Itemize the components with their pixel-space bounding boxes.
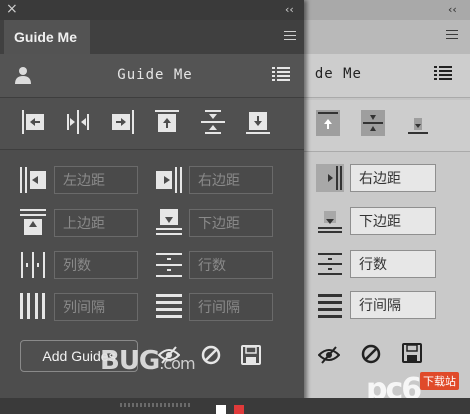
resize-grip[interactable] [120, 403, 190, 407]
background-collapse-icon[interactable]: ‹‹ [448, 3, 457, 16]
background-panel-title: de Me [314, 66, 362, 82]
background-bottom-margin-icon [318, 211, 342, 233]
rows-icon [156, 253, 182, 277]
align-center-horizontal-icon[interactable] [65, 108, 91, 136]
align-right-icon[interactable] [110, 108, 136, 136]
collapse-icon[interactable]: ‹‹ [285, 3, 294, 16]
align-bottom-icon[interactable] [245, 108, 271, 136]
background-align-top-icon[interactable] [316, 110, 340, 136]
column-gutter-field[interactable]: 列间隔 [54, 293, 138, 321]
watermark-domain: .com [159, 354, 195, 373]
foreground-color-swatch[interactable] [216, 405, 226, 414]
background-rows-field[interactable]: 行数 [350, 250, 436, 278]
top-margin-field[interactable]: 上边距 [54, 209, 138, 237]
background-eye-icon[interactable] [318, 344, 340, 366]
panel-title: Guide Me [117, 67, 193, 83]
close-icon[interactable]: × [6, 1, 18, 17]
watermark-brand: BUG [100, 346, 160, 376]
background-right-margin-field[interactable]: 右边距 [350, 164, 436, 192]
list-icon[interactable] [272, 67, 290, 81]
align-center-vertical-icon[interactable] [200, 108, 226, 136]
right-margin-icon [156, 167, 182, 193]
columns-field[interactable]: 列数 [54, 251, 138, 279]
align-left-icon[interactable] [20, 108, 46, 136]
background-bottom-margin-field[interactable]: 下边距 [350, 207, 436, 235]
rows-field[interactable]: 行数 [189, 251, 273, 279]
top-margin-icon [20, 209, 46, 235]
background-save-icon[interactable] [402, 343, 422, 363]
background-panel-tabbar [300, 20, 470, 54]
watermark-badge: 下载站 [420, 372, 459, 390]
background-panel-topbar [300, 0, 470, 20]
background-align-bottom-icon[interactable] [406, 110, 430, 136]
left-margin-icon [20, 167, 46, 193]
background-row-gutter-field[interactable]: 行间隔 [350, 291, 436, 319]
align-top-icon[interactable] [154, 108, 180, 136]
column-gutter-icon [20, 293, 45, 319]
panel-topbar [0, 0, 304, 20]
background-align-center-vertical-icon[interactable] [361, 110, 385, 136]
background-color-swatch[interactable] [234, 405, 244, 414]
save-icon[interactable] [240, 344, 262, 366]
clear-icon[interactable] [200, 344, 222, 366]
row-gutter-field[interactable]: 行间隔 [189, 293, 273, 321]
background-clear-icon[interactable] [361, 344, 381, 364]
bottom-margin-field[interactable]: 下边距 [189, 209, 273, 237]
background-right-margin-icon [316, 164, 344, 192]
tab-guide-me[interactable]: Guide Me [4, 20, 90, 54]
row-gutter-icon [156, 294, 182, 318]
background-list-icon[interactable] [434, 66, 452, 80]
background-rows-icon [318, 253, 342, 275]
background-panel-menu-icon[interactable] [446, 30, 458, 39]
columns-icon [21, 252, 45, 278]
right-margin-field[interactable]: 右边距 [189, 166, 273, 194]
left-margin-field[interactable]: 左边距 [54, 166, 138, 194]
watermark-logo: BUG.com [100, 346, 196, 376]
bottom-margin-icon [156, 209, 182, 235]
user-icon[interactable] [14, 66, 32, 84]
background-row-gutter-icon [318, 294, 342, 318]
panel-menu-icon[interactable] [284, 31, 296, 40]
